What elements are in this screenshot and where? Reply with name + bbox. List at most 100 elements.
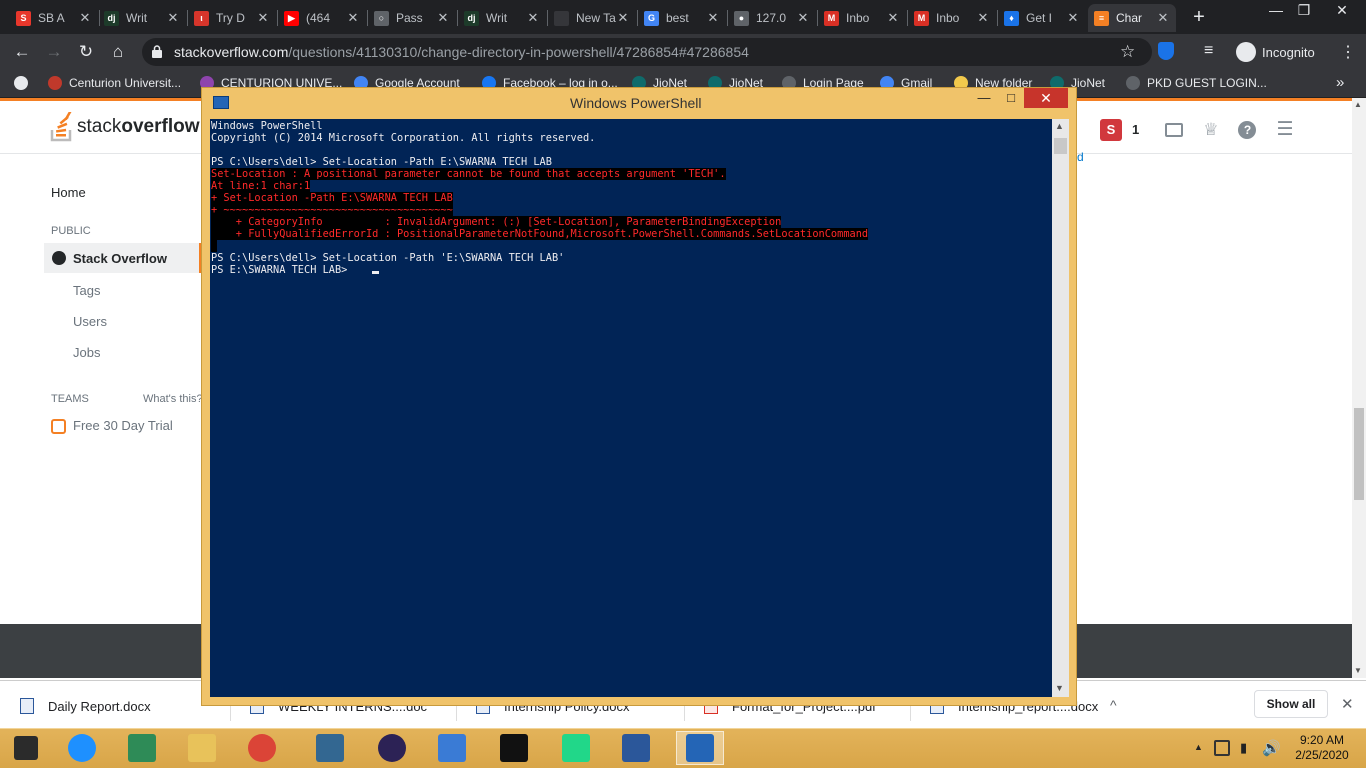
tray-network-icon[interactable]: ▮: [1240, 740, 1247, 756]
nav-jobs[interactable]: Jobs: [73, 345, 100, 360]
tray-volume-icon[interactable]: 🔊: [1262, 739, 1281, 757]
taskbar-cmd-icon[interactable]: [490, 731, 538, 765]
tab-close-icon[interactable]: ✕: [706, 10, 720, 26]
close-window-button[interactable]: ✕: [1322, 2, 1362, 19]
media-queue-icon[interactable]: ≡: [1204, 42, 1213, 60]
nav-users[interactable]: Users: [73, 314, 107, 329]
console-text: Windows PowerShell: [211, 120, 323, 132]
taskbar-word-icon[interactable]: [612, 731, 660, 765]
browser-tab[interactable]: S SB A ✕: [10, 4, 98, 32]
taskbar-internet-explorer-icon[interactable]: [58, 731, 106, 765]
browser-tab[interactable]: dj Writ ✕: [98, 4, 186, 32]
tab-close-icon[interactable]: ✕: [886, 10, 900, 26]
taskbar-powershell-icon[interactable]: [676, 731, 724, 765]
taskbar-start-icon[interactable]: [2, 731, 50, 765]
powershell-app-icon[interactable]: [213, 96, 229, 109]
tab-close-icon[interactable]: ✕: [526, 10, 540, 26]
achievements-trophy-icon[interactable]: ♕: [1203, 120, 1218, 140]
nav-tags[interactable]: Tags: [73, 283, 100, 298]
browser-tab[interactable]: M Inbo ✕: [818, 4, 906, 32]
nav-stack-overflow[interactable]: Stack Overflow: [73, 251, 167, 266]
browser-tab[interactable]: Gbest ✕: [638, 4, 726, 32]
browser-tab[interactable]: ▶ (464 ✕: [278, 4, 366, 32]
tab-close-icon[interactable]: ✕: [976, 10, 990, 26]
taskbar-eclipse-icon[interactable]: [368, 731, 416, 765]
taskbar-postgresql-icon[interactable]: [306, 731, 354, 765]
powershell-minimize-button[interactable]: —: [976, 90, 992, 105]
tab-close-icon[interactable]: ✕: [166, 10, 180, 26]
home-icon[interactable]: ⌂: [106, 40, 130, 64]
forward-icon[interactable]: →: [42, 40, 66, 64]
scroll-up-arrow-icon[interactable]: ▲: [1354, 100, 1362, 109]
nav-whats-this-link[interactable]: What's this?: [143, 393, 203, 405]
back-icon[interactable]: ←: [10, 40, 34, 64]
page-scrollbar-thumb[interactable]: [1354, 408, 1364, 500]
tray-expand-icon[interactable]: ▲: [1194, 742, 1203, 752]
bookmark-star-icon[interactable]: ☆: [1120, 42, 1135, 62]
download-expand-button[interactable]: ^: [1110, 697, 1117, 713]
url-text[interactable]: stackoverflow.com/questions/41130310/cha…: [174, 44, 749, 60]
tab-close-icon[interactable]: ✕: [78, 10, 92, 26]
tab-close-icon[interactable]: ✕: [1156, 10, 1170, 26]
pycharm-icon: [562, 734, 590, 762]
page-scrollbar[interactable]: [1352, 98, 1366, 678]
tab-close-icon[interactable]: ✕: [1066, 10, 1080, 26]
scroll-down-arrow-icon[interactable]: ▼: [1354, 666, 1362, 675]
download-item[interactable]: Daily Report.docx: [20, 698, 151, 714]
tab-close-icon[interactable]: ✕: [616, 10, 630, 26]
so-logo-bold: overflow: [121, 116, 200, 137]
new-tab-button[interactable]: +: [1188, 6, 1210, 29]
user-avatar[interactable]: S: [1100, 118, 1122, 141]
incognito-indicator[interactable]: Incognito: [1236, 42, 1315, 62]
nav-free-trial[interactable]: Free 30 Day Trial: [73, 418, 173, 433]
browser-tab[interactable]: ≡ Char ✕: [1088, 4, 1176, 32]
more-bookmarks-button[interactable]: »: [1336, 74, 1344, 91]
tab-close-icon[interactable]: ✕: [796, 10, 810, 26]
console-error-text: Set-Location : A positional parameter ca…: [211, 168, 726, 180]
tab-favicon-icon: S: [16, 10, 31, 26]
browser-tab[interactable]: ● 127.0 ✕: [728, 4, 816, 32]
console-error-text: + ~~~~~~~~~~~~~~~~~~~~~~~~~~~~~~~~~~~~~: [211, 204, 453, 216]
nav-home[interactable]: Home: [51, 185, 86, 200]
maximize-window-button[interactable]: ❐: [1284, 2, 1324, 19]
show-all-button[interactable]: Show all: [1254, 690, 1328, 718]
system-clock[interactable]: 9:20 AM 2/25/2020: [1290, 733, 1354, 763]
menu-kebab-icon[interactable]: ⋮: [1340, 42, 1356, 62]
taskbar-chrome-icon[interactable]: [238, 731, 286, 765]
console-scrollbar-thumb[interactable]: [1054, 138, 1067, 154]
close-download-shelf-button[interactable]: ✕: [1341, 695, 1354, 713]
tab-close-icon[interactable]: ✕: [436, 10, 450, 26]
console-scroll-up-icon[interactable]: ▲: [1055, 121, 1064, 131]
apps-globe-icon[interactable]: [14, 76, 28, 90]
taskbar-control-panel-icon[interactable]: [428, 731, 476, 765]
reload-icon[interactable]: ↻: [74, 40, 98, 64]
console-scroll-down-icon[interactable]: ▼: [1055, 683, 1064, 693]
site-switcher-icon[interactable]: ☰: [1276, 118, 1293, 141]
tab-favicon-icon: M: [824, 10, 839, 26]
browser-tab[interactable]: New Tab✕: [548, 4, 636, 32]
browser-tab[interactable]: dj Writ ✕: [458, 4, 546, 32]
powershell-close-button[interactable]: ✕: [1024, 88, 1068, 108]
bookmark-item[interactable]: Centurion Universit...: [48, 76, 181, 90]
partial-link-text[interactable]: d: [1077, 150, 1084, 164]
taskbar-file-explorer-icon[interactable]: [178, 731, 226, 765]
inbox-icon[interactable]: [1165, 122, 1184, 137]
help-icon[interactable]: ?: [1238, 120, 1257, 139]
cmd-icon: [500, 734, 528, 762]
extension-shield-icon[interactable]: [1158, 42, 1174, 60]
globe-icon: [52, 251, 66, 265]
taskbar-pycharm-icon[interactable]: [552, 731, 600, 765]
browser-tab[interactable]: ○ Pass ✕: [368, 4, 456, 32]
tray-battery-icon[interactable]: [1214, 740, 1230, 756]
lock-icon[interactable]: [152, 45, 162, 58]
powershell-maximize-button[interactable]: □: [1003, 90, 1019, 105]
tab-close-icon[interactable]: ✕: [256, 10, 270, 26]
bookmark-item[interactable]: PKD GUEST LOGIN...: [1126, 76, 1267, 90]
browser-tab[interactable]: ι Try D ✕: [188, 4, 276, 32]
taskbar-store-icon[interactable]: [118, 731, 166, 765]
tab-close-icon[interactable]: ✕: [346, 10, 360, 26]
browser-tab[interactable]: ♦ Get I ✕: [998, 4, 1086, 32]
so-logo[interactable]: stack overflow: [50, 112, 199, 142]
browser-tab[interactable]: M Inbo ✕: [908, 4, 996, 32]
console-scrollbar[interactable]: [1052, 119, 1069, 697]
